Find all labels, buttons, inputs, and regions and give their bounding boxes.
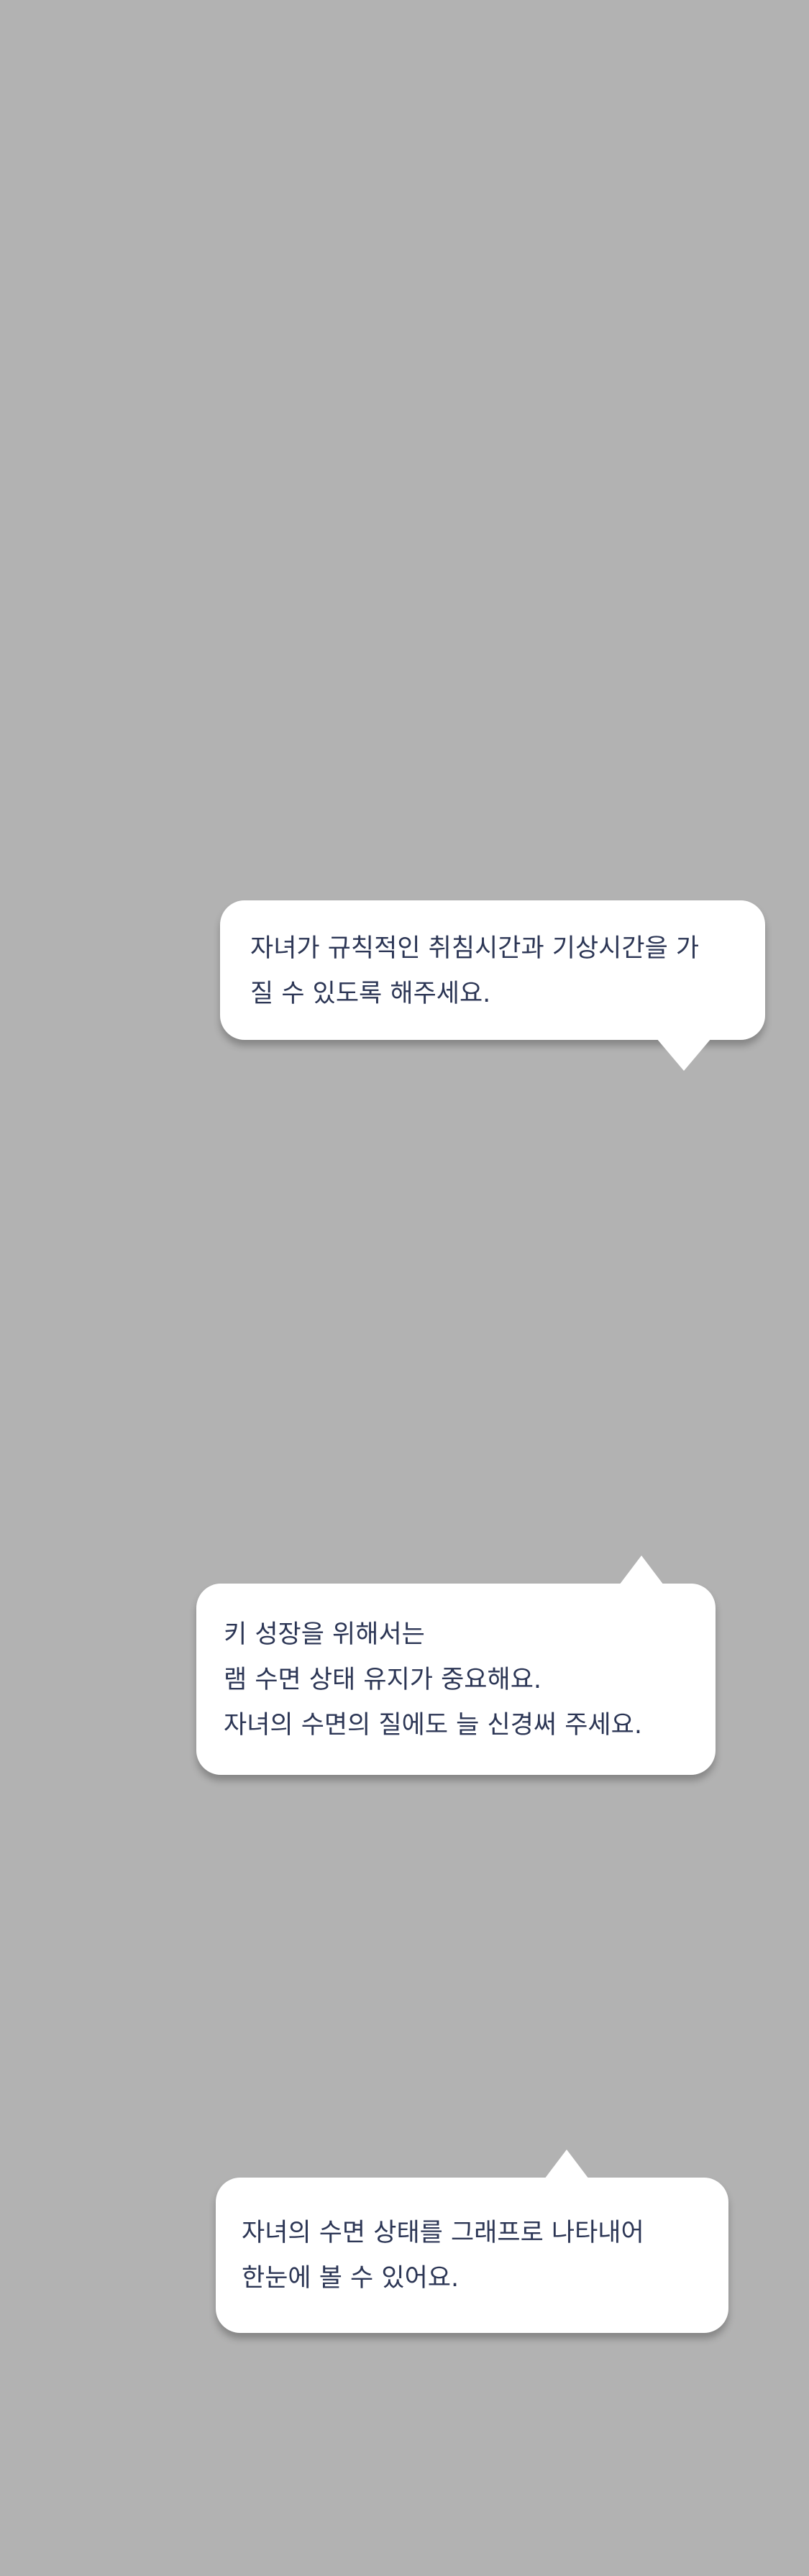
tooltip-text-line: 질 수 있도록 해주세요. <box>250 979 491 1008</box>
tooltip-text-line: 자녀의 수면 상태를 그래프로 나타내어 <box>242 2219 644 2247</box>
tooltip-text-line: 한눈에 볼 수 있어요. <box>242 2264 460 2293</box>
tooltip-sleep-graph: 자녀의 수면 상태를 그래프로 나타내어 한눈에 볼 수 있어요. <box>216 2150 728 2333</box>
tooltip-pointer-up <box>544 2150 589 2179</box>
tooltip-text-line: 자녀의 수면의 질에도 늘 신경써 주세요. <box>224 1711 642 1740</box>
tooltip-sleep-schedule: 자녀가 규칙적인 취침시간과 기상시간을 가 질 수 있도록 해주세요. <box>220 900 765 1071</box>
tooltip-growth-sleep: 키 성장을 위해서는 램 수면 상태 유지가 중요해요. 자녀의 수면의 질에도… <box>196 1556 716 1775</box>
tooltip-text-line: 램 수면 상태 유지가 중요해요. <box>224 1666 542 1694</box>
tooltip-text-line: 키 성장을 위해서는 <box>224 1620 425 1649</box>
tooltip-text-line: 자녀가 규칙적인 취침시간과 기상시간을 가 <box>250 934 700 963</box>
tooltip-pointer-down <box>657 1038 711 1071</box>
tooltip-pointer-up <box>619 1556 664 1585</box>
